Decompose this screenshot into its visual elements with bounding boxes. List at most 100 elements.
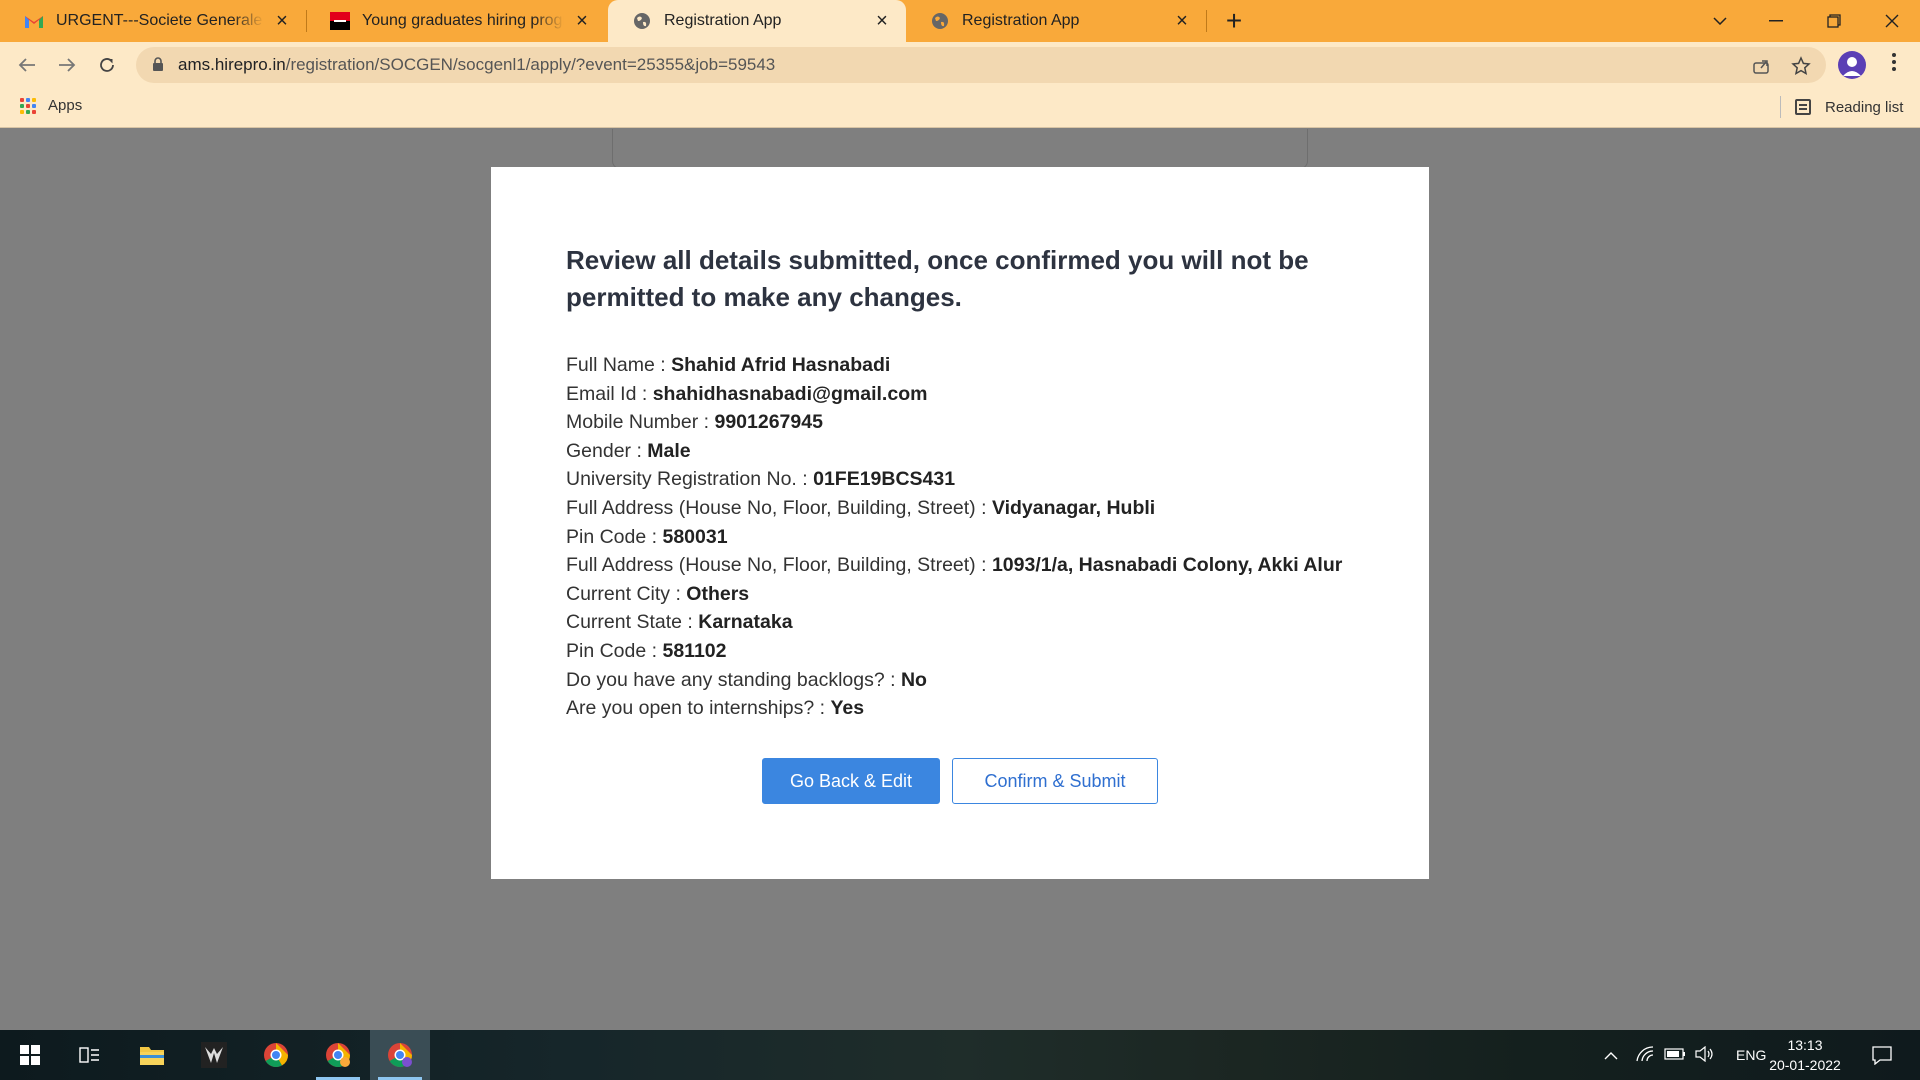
detail-value: Male (647, 439, 691, 462)
detail-label: Full Address (House No, Floor, Building,… (566, 554, 992, 577)
lock-icon (153, 57, 163, 71)
url-text[interactable]: ams.hirepro.in/registration/SOCGEN/socge… (178, 55, 775, 75)
detail-label: University Registration No. : (566, 468, 814, 491)
detail-current-state: Current State : Karnataka (566, 608, 1342, 637)
globe-icon (930, 11, 950, 31)
task-view-icon (79, 1047, 99, 1063)
tab-strip: URGENT---Societe Generale : Reg × Young … (0, 0, 1920, 42)
tab-gmail[interactable]: URGENT---Societe Generale : Reg × (0, 0, 306, 42)
detail-label: Pin Code : (566, 525, 663, 548)
detail-mobile: Mobile Number : 9901267945 (566, 408, 1342, 437)
apps-grid-icon (20, 97, 36, 114)
chrome-profile-button[interactable] (308, 1030, 368, 1080)
chrome-icon (388, 1043, 412, 1068)
reading-list-label: Reading list (1825, 98, 1904, 116)
chevron-up-icon[interactable] (1598, 1047, 1624, 1063)
close-window-button[interactable] (1864, 0, 1920, 42)
new-tab-button[interactable]: + (1218, 6, 1250, 38)
task-view-button[interactable] (60, 1030, 120, 1080)
details-list: Full Name : Shahid Afrid Hasnabadi Email… (566, 351, 1342, 723)
detail-label: Pin Code : (566, 639, 663, 662)
tab-socgen[interactable]: Young graduates hiring program × (306, 0, 606, 42)
windows-logo-icon (20, 1045, 40, 1065)
tab-title: Young graduates hiring program (362, 12, 564, 29)
chrome-active-window-button[interactable] (370, 1030, 430, 1080)
file-explorer-button[interactable] (122, 1030, 182, 1080)
minimize-icon (1769, 20, 1783, 22)
divider (1780, 96, 1781, 118)
reading-list-button[interactable]: Reading list (1780, 96, 1903, 118)
chrome-button[interactable] (246, 1030, 306, 1080)
detail-label: Email Id : (566, 382, 653, 405)
go-back-edit-button[interactable]: Go Back & Edit (762, 758, 940, 804)
detail-label: Gender : (566, 439, 648, 462)
address-bar[interactable]: ams.hirepro.in/registration/SOCGEN/socge… (136, 47, 1826, 83)
detail-address-1: Full Address (House No, Floor, Building,… (566, 494, 1342, 523)
modal-heading: Review all details submitted, once confi… (566, 245, 1309, 312)
chrome-icon (264, 1043, 288, 1068)
person-icon (1843, 57, 1861, 76)
detail-value: Vidyanagar, Hubli (991, 496, 1156, 519)
minimize-button[interactable] (1748, 0, 1804, 42)
speaker-icon[interactable] (1690, 1045, 1720, 1065)
reload-button[interactable] (92, 50, 122, 80)
gmail-icon (24, 11, 44, 31)
detail-label: Full Address (House No, Floor, Building,… (566, 496, 992, 519)
tab-registration[interactable]: Registration App × (906, 0, 1206, 42)
tab-search-button[interactable] (1692, 0, 1748, 42)
bookmark-star-button[interactable] (1790, 55, 1812, 77)
battery-icon[interactable] (1660, 1047, 1690, 1063)
restore-button[interactable] (1806, 0, 1862, 42)
reload-icon (100, 58, 114, 72)
detail-value: 581102 (662, 639, 727, 662)
apps-label: Apps (48, 97, 83, 114)
wifi-icon[interactable] (1630, 1045, 1660, 1065)
detail-backlogs: Do you have any standing backlogs? : No (566, 666, 1342, 695)
folder-icon (140, 1047, 164, 1065)
detail-gender: Gender : Male (566, 437, 1342, 466)
start-button[interactable] (0, 1030, 60, 1080)
star-icon (1791, 56, 1811, 75)
detail-value: 9901267945 (714, 411, 823, 434)
close-icon[interactable]: × (1172, 11, 1192, 31)
close-icon[interactable]: × (872, 11, 892, 31)
detail-value: Yes (830, 697, 865, 720)
confirm-submit-button[interactable]: Confirm & Submit (952, 758, 1158, 804)
clock[interactable]: 13:13 20-01-2022 (1760, 1035, 1850, 1075)
tab-separator (1206, 10, 1207, 32)
apps-shortcut[interactable]: Apps (20, 97, 82, 114)
tab-title: URGENT---Societe Generale : Reg (56, 12, 264, 29)
detail-value: No (900, 668, 927, 691)
detail-address-2: Full Address (House No, Floor, Building,… (566, 551, 1342, 580)
tab-title: Registration App (664, 12, 782, 29)
globe-icon (632, 11, 652, 31)
arrow-left-icon (18, 58, 35, 72)
predator-sense-button[interactable] (184, 1030, 244, 1080)
tab-registration-active[interactable]: Registration App × (608, 0, 906, 42)
taskbar: ENG 13:13 20-01-2022 (0, 1030, 1920, 1080)
detail-value: shahidhasnabadi@gmail.com (652, 382, 928, 405)
detail-university-reg: University Registration No. : 01FE19BCS4… (566, 465, 1342, 494)
profile-avatar[interactable] (1838, 51, 1866, 79)
close-icon[interactable]: × (572, 11, 592, 31)
share-button[interactable] (1750, 55, 1772, 77)
detail-value: Others (686, 582, 750, 605)
socgen-icon (330, 11, 350, 31)
chrome-icon (326, 1043, 350, 1068)
detail-label: Are you open to internships? : (566, 697, 831, 720)
restore-icon (1827, 14, 1841, 28)
close-icon[interactable]: × (272, 11, 292, 31)
clock-time: 13:13 (1787, 1037, 1823, 1053)
back-button[interactable] (12, 50, 42, 80)
detail-internships: Are you open to internships? : Yes (566, 694, 1342, 723)
detail-value: Karnataka (698, 611, 793, 634)
bookmarks-bar: Apps Reading list (0, 88, 1920, 128)
clock-date: 20-01-2022 (1769, 1057, 1841, 1073)
detail-label: Do you have any standing backlogs? : (566, 668, 901, 691)
more-menu-button[interactable] (1884, 50, 1904, 80)
forward-button[interactable] (52, 50, 82, 80)
detail-current-city: Current City : Others (566, 580, 1342, 609)
notification-center-button[interactable] (1852, 1030, 1912, 1080)
detail-label: Current State : (566, 611, 699, 634)
detail-label: Current City : (566, 582, 687, 605)
